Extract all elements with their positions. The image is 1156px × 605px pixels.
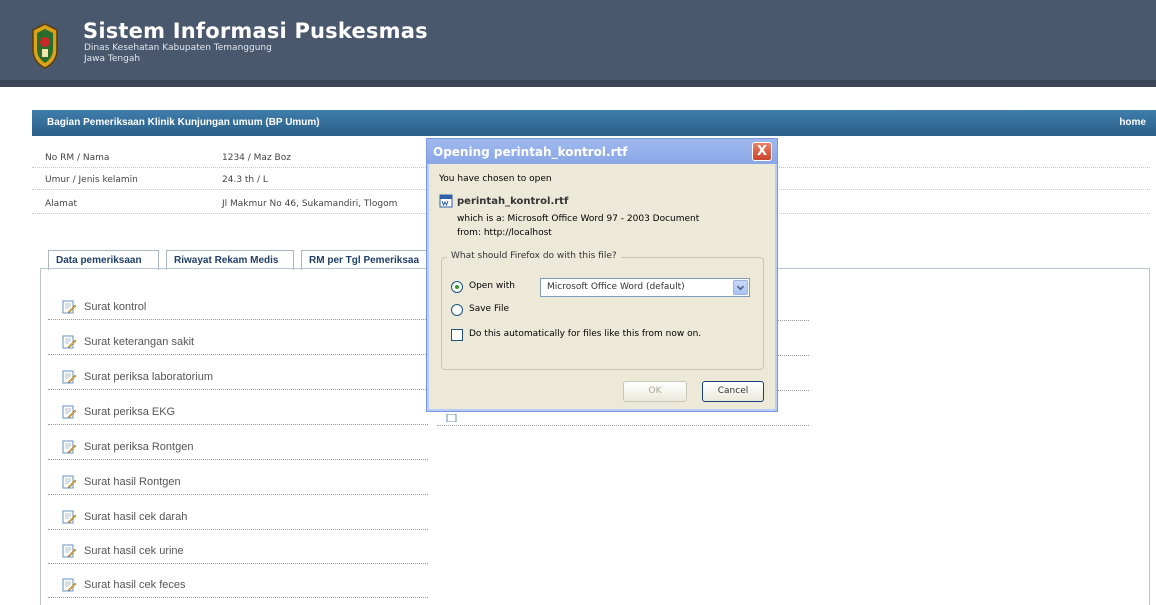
edit-document-icon — [62, 335, 76, 349]
link-surat-periksa-ekg[interactable]: Surat periksa EKG — [48, 401, 428, 425]
edit-document-icon — [62, 300, 76, 314]
app-header: Sistem Informasi Puskesmas Dinas Kesehat… — [0, 0, 1156, 87]
open-with-label: Open with — [469, 281, 515, 291]
link-surat-periksa-laboratorium[interactable]: Surat periksa laboratorium — [48, 366, 428, 390]
patient-info-value: 1234 / Maz Boz — [222, 153, 291, 163]
tab-riwayat-rekam-medis[interactable]: Riwayat Rekam Medis — [166, 250, 294, 270]
link-surat-periksa-rontgen[interactable]: Surat periksa Rontgen — [48, 436, 428, 460]
link-label: Surat hasil cek darah — [84, 511, 188, 523]
right-column-divider — [437, 425, 809, 426]
cancel-button[interactable]: Cancel — [702, 381, 764, 402]
open-file-dialog: Opening perintah_kontrol.rtf X You have … — [426, 138, 778, 412]
auto-action-checkbox[interactable] — [451, 329, 463, 341]
dialog-intro: You have chosen to open — [439, 174, 552, 184]
link-surat-hasil-cek-urine[interactable]: Surat hasil cek urine — [48, 540, 428, 564]
link-surat-hasil-cek-feces[interactable]: Surat hasil cek feces — [48, 574, 428, 598]
home-link[interactable]: home — [1119, 117, 1146, 128]
link-label: Surat periksa laboratorium — [84, 371, 214, 383]
save-file-radio[interactable] — [451, 304, 463, 316]
patient-info-label: No RM / Nama — [45, 153, 110, 163]
edit-document-icon — [62, 405, 76, 419]
link-label: Surat hasil cek urine — [84, 545, 184, 557]
edit-document-icon — [446, 414, 457, 422]
dialog-title: Opening perintah_kontrol.rtf — [433, 145, 628, 159]
section-bar: Bagian Pemeriksaan Klinik Kunjungan umum… — [32, 110, 1156, 136]
app-subtitle-agency: Dinas Kesehatan Kabupaten Temanggung — [84, 43, 272, 53]
dialog-file-type: which is a: Microsoft Office Word 97 - 2… — [457, 214, 700, 224]
section-title: Bagian Pemeriksaan Klinik Kunjungan umum… — [47, 117, 320, 128]
link-label: Surat hasil Rontgen — [84, 476, 181, 488]
edit-document-icon — [62, 370, 76, 384]
link-label: Surat periksa Rontgen — [84, 441, 194, 453]
patient-info-label: Alamat — [45, 199, 77, 209]
dialog-close-button[interactable]: X — [752, 142, 772, 161]
link-label: Surat periksa EKG — [84, 406, 176, 418]
dialog-titlebar[interactable]: Opening perintah_kontrol.rtf X — [427, 139, 777, 164]
patient-info-value: 24.3 th / L — [222, 175, 268, 185]
link-surat-hasil-rontgen[interactable]: Surat hasil Rontgen — [48, 471, 428, 495]
link-label: Surat keterangan sakit — [84, 336, 195, 348]
app-title: Sistem Informasi Puskesmas — [83, 19, 428, 43]
tab-data-pemeriksaan[interactable]: Data pemeriksaan — [48, 250, 159, 270]
patient-info-value: Jl Makmur No 46, Sukamandiri, Tlogom — [222, 199, 398, 209]
link-label: Surat hasil cek feces — [84, 579, 186, 591]
header-divider — [0, 80, 1156, 87]
dialog-file-source: from: http://localhost — [457, 228, 552, 238]
edit-document-icon — [62, 475, 76, 489]
tab-rm-per-tgl[interactable]: RM per Tgl Pemeriksaa — [301, 250, 427, 270]
edit-document-icon — [62, 544, 76, 558]
edit-document-icon — [62, 440, 76, 454]
edit-document-icon — [62, 578, 76, 592]
app-subtitle-province: Jawa Tengah — [84, 54, 141, 64]
kabupaten-logo-icon — [32, 23, 58, 69]
link-surat-hasil-cek-darah[interactable]: Surat hasil cek darah — [48, 506, 428, 530]
open-with-radio[interactable] — [451, 281, 463, 293]
patient-info-label: Umur / Jenis kelamin — [45, 175, 138, 185]
auto-action-label: Do this automatically for files like thi… — [469, 329, 702, 339]
link-surat-keterangan-sakit[interactable]: Surat keterangan sakit — [48, 331, 428, 355]
word-document-icon — [439, 194, 453, 208]
chevron-down-icon[interactable] — [733, 280, 748, 295]
ok-button[interactable]: OK — [623, 381, 687, 402]
link-surat-kontrol[interactable]: Surat kontrol — [48, 296, 428, 320]
edit-document-icon — [62, 510, 76, 524]
link-label: Surat kontrol — [84, 301, 147, 313]
application-select-value: Microsoft Office Word (default) — [547, 282, 685, 292]
save-file-label: Save File — [469, 304, 510, 314]
dialog-file-name: perintah_kontrol.rtf — [457, 196, 569, 207]
dialog-question: What should Firefox do with this file? — [447, 251, 621, 261]
application-select[interactable]: Microsoft Office Word (default) — [540, 278, 750, 297]
